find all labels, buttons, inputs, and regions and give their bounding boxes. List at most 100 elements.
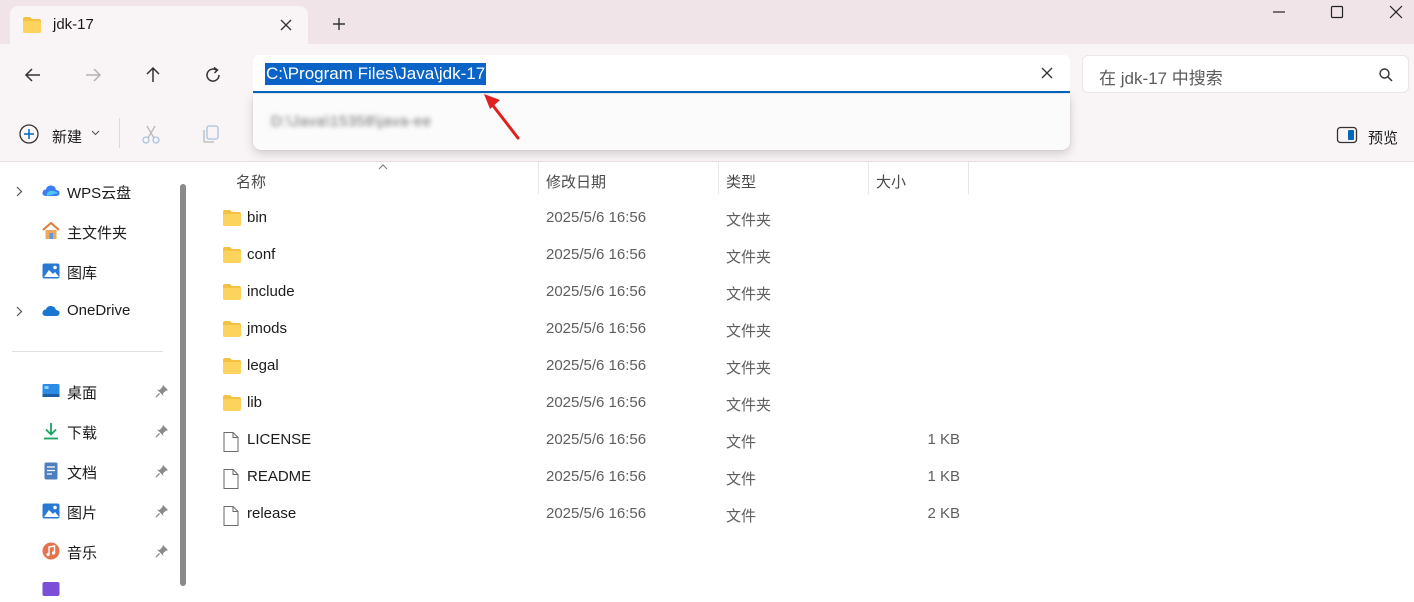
chevron-right-icon[interactable] [16, 306, 23, 317]
desktop-icon [41, 381, 61, 401]
file-modified-date: 2025/5/6 16:56 [546, 394, 647, 411]
pin-icon[interactable] [155, 384, 169, 398]
sidebar-item-label: 主文件夹 [67, 225, 128, 242]
sidebar-scrollbar[interactable] [180, 184, 186, 586]
file-modified-date: 2025/5/6 16:56 [546, 246, 647, 263]
onedrive-icon [41, 301, 61, 321]
column-header-row: 名称 修改日期 类型 大小 [193, 162, 1414, 196]
table-row[interactable]: README 2025/5/6 16:56 文件 1 KB [215, 459, 1395, 496]
column-divider[interactable] [538, 162, 539, 194]
file-list: 名称 修改日期 类型 大小 bin 2025/5/6 16:56 文件夹 conf 20… [193, 162, 1414, 586]
table-row[interactable]: legal 2025/5/6 16:56 文件夹 [215, 348, 1395, 385]
pin-icon[interactable] [155, 424, 169, 438]
column-divider[interactable] [868, 162, 869, 194]
file-name[interactable]: release [247, 505, 296, 522]
table-row[interactable]: release 2025/5/6 16:56 文件 2 KB [215, 496, 1395, 533]
search-box[interactable]: 在 jdk-17 中搜索 [1082, 55, 1409, 93]
sidebar-divider [12, 351, 163, 352]
file-name[interactable]: README [247, 468, 311, 485]
file-name[interactable]: LICENSE [247, 431, 311, 448]
folder-icon [222, 357, 242, 377]
back-arrow-icon[interactable] [23, 65, 43, 85]
pin-icon[interactable] [155, 464, 169, 478]
table-row[interactable]: lib 2025/5/6 16:56 文件夹 [215, 385, 1395, 422]
file-name[interactable]: conf [247, 246, 275, 263]
sidebar-item-wps-cloud[interactable]: WPS云盘 [0, 178, 176, 204]
sidebar-item-label: WPS云盘 [67, 185, 132, 202]
column-header-name[interactable]: 名称 [236, 171, 266, 192]
sidebar-item-downloads[interactable]: 下载 [0, 418, 176, 444]
sidebar-item-label: 图库 [67, 265, 98, 282]
music-icon [41, 541, 61, 561]
file-modified-date: 2025/5/6 16:56 [546, 431, 647, 448]
file-modified-date: 2025/5/6 16:56 [546, 468, 647, 485]
search-icon[interactable] [1378, 67, 1394, 83]
column-divider[interactable] [718, 162, 719, 194]
clear-address-icon[interactable] [1040, 66, 1054, 80]
tab-title: jdk-17 [53, 16, 94, 33]
forward-arrow-icon[interactable] [83, 65, 103, 85]
maximize-icon[interactable] [1329, 4, 1345, 20]
copy-icon[interactable] [200, 123, 222, 145]
download-icon [41, 421, 61, 441]
file-name[interactable]: include [247, 283, 295, 300]
folder-icon [222, 394, 242, 414]
table-row[interactable]: jmods 2025/5/6 16:56 文件夹 [215, 311, 1395, 348]
search-placeholder: 在 jdk-17 中搜索 [1099, 69, 1223, 88]
column-header-size[interactable]: 大小 [876, 171, 906, 192]
file-size: 1 KB [927, 468, 960, 485]
close-window-icon[interactable] [1388, 4, 1404, 20]
sidebar-item-documents[interactable]: 文档 [0, 458, 176, 484]
title-bar: jdk-17 [0, 0, 1414, 44]
chevron-down-icon [91, 130, 100, 136]
table-row[interactable]: LICENSE 2025/5/6 16:56 文件 1 KB [215, 422, 1395, 459]
chevron-right-icon[interactable] [16, 186, 23, 197]
sidebar-item-label: 音乐 [67, 545, 98, 562]
cut-icon[interactable] [140, 123, 162, 145]
sidebar-item-label: 图片 [67, 505, 98, 522]
file-name[interactable]: lib [247, 394, 262, 411]
file-name[interactable]: bin [247, 209, 267, 226]
sidebar-item-label: 桌面 [67, 385, 98, 402]
up-arrow-icon[interactable] [143, 65, 163, 85]
tab-close-icon[interactable] [278, 17, 294, 33]
sidebar-item-gallery[interactable]: 图库 [0, 258, 176, 284]
videos-icon [41, 579, 61, 599]
file-size: 2 KB [927, 505, 960, 522]
file-type: 文件 [726, 434, 757, 451]
column-header-modified[interactable]: 修改日期 [546, 171, 606, 192]
tab-jdk-17[interactable]: jdk-17 [10, 6, 308, 44]
file-modified-date: 2025/5/6 16:56 [546, 505, 647, 522]
file-modified-date: 2025/5/6 16:56 [546, 283, 647, 300]
annotation-arrow-icon [484, 94, 520, 140]
file-size: 1 KB [927, 431, 960, 448]
sidebar-item-desktop[interactable]: 桌面 [0, 378, 176, 404]
sidebar-item-pictures[interactable]: 图片 [0, 498, 176, 524]
sidebar-item-music[interactable]: 音乐 [0, 538, 176, 564]
sidebar-item-onedrive[interactable]: OneDrive [0, 298, 176, 324]
file-name[interactable]: legal [247, 357, 279, 374]
file-name[interactable]: jmods [247, 320, 287, 337]
preview-button[interactable]: 预览 [1336, 124, 1406, 147]
table-row[interactable]: conf 2025/5/6 16:56 文件夹 [215, 237, 1395, 274]
address-suggestion-item[interactable]: D:\Java\15358\java-ee [271, 113, 432, 130]
new-button[interactable]: 新建 [18, 122, 108, 146]
address-path[interactable]: C:\Program Files\Java\jdk-17 [265, 63, 487, 85]
refresh-icon[interactable] [203, 65, 223, 85]
new-tab-icon[interactable] [331, 16, 347, 32]
minimize-icon[interactable] [1271, 4, 1287, 20]
file-icon [222, 505, 242, 526]
table-row[interactable]: include 2025/5/6 16:56 文件夹 [215, 274, 1395, 311]
pin-icon[interactable] [155, 504, 169, 518]
file-icon [222, 468, 242, 489]
sidebar-item-home[interactable]: 主文件夹 [0, 218, 176, 244]
table-row[interactable]: bin 2025/5/6 16:56 文件夹 [215, 200, 1395, 237]
pin-icon[interactable] [155, 544, 169, 558]
gallery-icon [41, 261, 61, 281]
address-bar[interactable]: C:\Program Files\Java\jdk-17 [253, 55, 1070, 93]
file-type: 文件 [726, 508, 757, 525]
column-header-type[interactable]: 类型 [726, 171, 756, 192]
file-type: 文件夹 [726, 249, 772, 266]
column-divider[interactable] [968, 162, 969, 194]
sidebar-item-videos-partial[interactable] [0, 576, 176, 602]
